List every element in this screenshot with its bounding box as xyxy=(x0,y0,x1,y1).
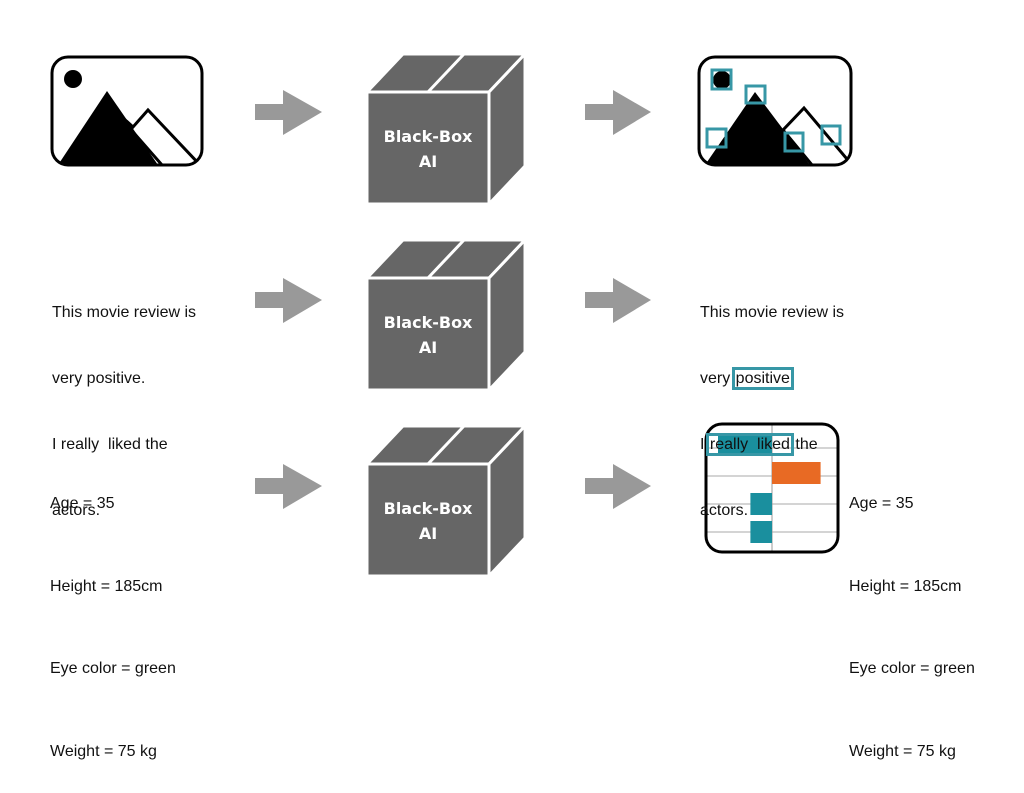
text-line: very positive. xyxy=(700,367,844,390)
feature-item: Weight = 75 kg xyxy=(50,742,157,760)
black-box-label: Black-Box xyxy=(384,313,473,332)
output-features: Age = 35 Height = 185cm Eye color = gree… xyxy=(849,435,975,793)
text-line: actors. xyxy=(700,502,749,519)
input-features: Age = 35 Height = 185cm Eye color = gree… xyxy=(50,435,176,793)
feature-item: Eye color = green xyxy=(849,660,975,677)
feature-item: Weight = 75 kg xyxy=(849,742,956,760)
text-line: This movie review is xyxy=(700,304,845,321)
feature-item: Age = 35 xyxy=(849,495,914,512)
text-segment: . xyxy=(790,370,796,387)
black-box-label: AI xyxy=(419,524,437,543)
text-segment: the xyxy=(790,436,818,453)
arrow-right-icon xyxy=(255,278,322,323)
feature-item: Height = 185cm xyxy=(50,577,163,595)
text-segment: I xyxy=(700,436,709,453)
feature-item: Eye color = green xyxy=(50,660,176,677)
arrow-right-icon xyxy=(585,464,651,509)
feature-item: Age = 35 xyxy=(50,495,115,512)
text-line: very positive. xyxy=(52,370,146,387)
black-box-label: Black-Box xyxy=(384,499,473,518)
feature-item: Height = 185cm xyxy=(849,577,962,595)
image-landscape-icon xyxy=(50,55,204,167)
black-box-label: AI xyxy=(419,338,437,357)
arrow-right-icon xyxy=(585,278,651,323)
black-box-label: Black-Box xyxy=(384,127,473,146)
text-line: This movie review is xyxy=(52,304,197,321)
highlighted-word: positive xyxy=(731,367,794,390)
arrow-right-icon xyxy=(255,464,322,509)
black-box-cube: Black-Box AI xyxy=(363,236,529,394)
black-box-cube: Black-Box AI xyxy=(363,50,529,208)
output-text-review: This movie review is very positive. I re… xyxy=(700,258,844,544)
black-box-label: AI xyxy=(419,152,437,171)
highlighted-word: really liked xyxy=(705,433,794,456)
text-line: I really liked the xyxy=(700,433,844,456)
arrow-right-icon xyxy=(585,90,651,135)
image-with-highlighted-regions-icon xyxy=(697,55,853,167)
arrow-right-icon xyxy=(255,90,322,135)
sun-icon xyxy=(64,70,82,88)
black-box-cube: Black-Box AI xyxy=(363,422,529,580)
text-segment: very xyxy=(700,370,735,387)
